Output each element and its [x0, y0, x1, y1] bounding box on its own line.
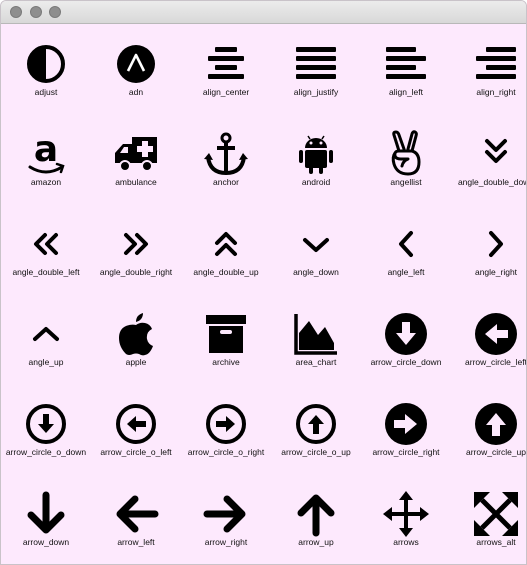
- icon-label: arrows_alt: [476, 537, 516, 547]
- arrow-circle-right-icon: [381, 399, 431, 449]
- icon-cell-adjust[interactable]: adjust: [1, 24, 91, 114]
- arrows-icon: [381, 489, 431, 539]
- icon-cell-arrow-circle-left[interactable]: arrow_circle_left: [451, 294, 526, 384]
- angle-double-up-icon: [201, 219, 251, 269]
- align-justify-icon: [291, 39, 341, 89]
- align-center-icon: [201, 39, 251, 89]
- arrow-circle-down-icon: [381, 309, 431, 359]
- icon-cell-angle-down[interactable]: angle_down: [271, 204, 361, 294]
- icon-cell-android[interactable]: android: [271, 114, 361, 204]
- icon-cell-align-left[interactable]: align_left: [361, 24, 451, 114]
- angle-double-left-icon: [21, 219, 71, 269]
- apple-icon: [111, 309, 161, 359]
- icon-cell-angle-double-up[interactable]: angle_double_up: [181, 204, 271, 294]
- title-bar: [1, 1, 526, 24]
- icon-cell-align-center[interactable]: align_center: [181, 24, 271, 114]
- icon-cell-align-right[interactable]: align_right: [451, 24, 526, 114]
- icon-cell-adn[interactable]: adn: [91, 24, 181, 114]
- arrow-circle-o-right-icon: [201, 399, 251, 449]
- area-chart-icon: [291, 309, 341, 359]
- angle-down-icon: [291, 219, 341, 269]
- icon-cell-arrow-up[interactable]: arrow_up: [271, 474, 361, 564]
- icon-cell-area-chart[interactable]: area_chart: [271, 294, 361, 384]
- icon-grid: adjust adn align_center align_justify align_…: [1, 24, 526, 564]
- icon-cell-arrows-alt[interactable]: arrows_alt: [451, 474, 526, 564]
- svg-text:a: a: [34, 129, 58, 170]
- angle-right-icon: [471, 219, 521, 269]
- icon-cell-apple[interactable]: apple: [91, 294, 181, 384]
- archive-icon: [201, 309, 251, 359]
- icon-cell-angle-double-left[interactable]: angle_double_left: [1, 204, 91, 294]
- icon-cell-ambulance[interactable]: ambulance: [91, 114, 181, 204]
- arrow-down-icon: [21, 489, 71, 539]
- icon-cell-arrow-circle-up[interactable]: arrow_circle_up: [451, 384, 526, 474]
- align-right-icon: [471, 39, 521, 89]
- icon-cell-arrow-circle-o-down[interactable]: arrow_circle_o_down: [1, 384, 91, 474]
- arrow-left-icon: [111, 489, 161, 539]
- minimize-button[interactable]: [30, 6, 42, 18]
- arrows-alt-icon: [471, 489, 521, 539]
- icon-cell-arrow-circle-down[interactable]: arrow_circle_down: [361, 294, 451, 384]
- angle-double-down-icon: [471, 129, 521, 179]
- align-left-icon: [381, 39, 431, 89]
- icon-label: angle_double_down: [457, 177, 527, 187]
- icon-cell-archive[interactable]: archive: [181, 294, 271, 384]
- icon-cell-arrow-right[interactable]: arrow_right: [181, 474, 271, 564]
- arrow-circle-o-up-icon: [291, 399, 341, 449]
- adjust-icon: [21, 39, 71, 89]
- icon-cell-angle-up[interactable]: angle_up: [1, 294, 91, 384]
- amazon-icon: a: [21, 129, 71, 179]
- android-icon: [291, 129, 341, 179]
- icon-cell-arrow-circle-o-left[interactable]: arrow_circle_o_left: [91, 384, 181, 474]
- arrow-right-icon: [201, 489, 251, 539]
- icon-cell-arrow-circle-right[interactable]: arrow_circle_right: [361, 384, 451, 474]
- app-window: adjust adn align_center align_justify align_…: [0, 0, 527, 565]
- icon-cell-anchor[interactable]: anchor: [181, 114, 271, 204]
- icon-cell-arrow-left[interactable]: arrow_left: [91, 474, 181, 564]
- angle-left-icon: [381, 219, 431, 269]
- angle-up-icon: [21, 309, 71, 359]
- close-button[interactable]: [10, 6, 22, 18]
- icon-cell-angle-double-right[interactable]: angle_double_right: [91, 204, 181, 294]
- icon-cell-amazon[interactable]: a amazon: [1, 114, 91, 204]
- icon-cell-angle-left[interactable]: angle_left: [361, 204, 451, 294]
- arrow-circle-up-icon: [471, 399, 521, 449]
- arrow-circle-o-down-icon: [21, 399, 71, 449]
- anchor-icon: [201, 129, 251, 179]
- icon-cell-arrow-down[interactable]: arrow_down: [1, 474, 91, 564]
- icon-cell-angle-double-down[interactable]: angle_double_down: [451, 114, 526, 204]
- icon-label: angle_right: [474, 267, 518, 277]
- icon-cell-arrows[interactable]: arrows: [361, 474, 451, 564]
- arrow-circle-o-left-icon: [111, 399, 161, 449]
- icon-cell-align-justify[interactable]: align_justify: [271, 24, 361, 114]
- icon-label: arrow_circle_up: [466, 447, 526, 457]
- icon-cell-arrow-circle-o-up[interactable]: arrow_circle_o_up: [271, 384, 361, 474]
- ambulance-icon: [111, 129, 161, 179]
- icon-cell-angellist[interactable]: angellist: [361, 114, 451, 204]
- icon-cell-angle-right[interactable]: angle_right: [451, 204, 526, 294]
- arrow-circle-left-icon: [471, 309, 521, 359]
- angle-double-right-icon: [111, 219, 161, 269]
- adn-icon: [111, 39, 161, 89]
- angellist-icon: [381, 129, 431, 179]
- icon-cell-arrow-circle-o-right[interactable]: arrow_circle_o_right: [181, 384, 271, 474]
- icon-label: arrow_circle_left: [465, 357, 527, 367]
- zoom-button[interactable]: [49, 6, 61, 18]
- icon-label: align_right: [476, 87, 516, 97]
- arrow-up-icon: [291, 489, 341, 539]
